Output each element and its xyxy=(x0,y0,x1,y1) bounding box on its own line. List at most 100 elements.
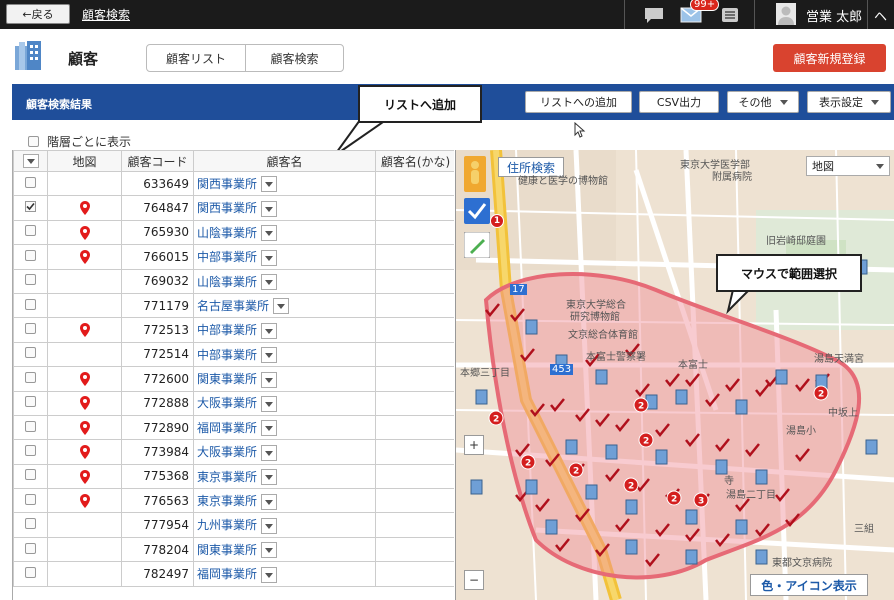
customer-name-link[interactable]: 東京事業所 xyxy=(197,470,257,484)
zoom-in-button[interactable]: + xyxy=(464,435,484,455)
add-to-list-button[interactable]: リストへの追加 xyxy=(525,91,632,113)
row-checkbox-cell[interactable] xyxy=(13,219,48,246)
back-button[interactable]: ←戻る xyxy=(6,4,70,24)
customer-name-link[interactable]: 九州事業所 xyxy=(197,518,257,532)
row-checkbox-cell[interactable] xyxy=(13,512,48,538)
map-pin-cell[interactable] xyxy=(47,317,122,343)
row-menu-dropdown[interactable] xyxy=(261,493,278,510)
avatar[interactable] xyxy=(776,3,796,25)
customer-name-link[interactable]: 関東事業所 xyxy=(197,543,257,557)
row-menu-dropdown[interactable] xyxy=(261,566,278,583)
row-checkbox-cell[interactable] xyxy=(13,170,48,197)
row-checkbox[interactable] xyxy=(25,469,36,481)
row-checkbox-cell[interactable] xyxy=(13,366,48,392)
other-menu-button[interactable]: その他 xyxy=(727,91,799,113)
map-type-select[interactable]: 地図 xyxy=(806,156,890,176)
tab-customer-search[interactable]: 顧客検索 xyxy=(245,45,343,71)
row-checkbox[interactable] xyxy=(25,566,36,578)
group-display-checkbox[interactable] xyxy=(28,136,39,147)
table-row[interactable]: 772890 福岡事業所 xyxy=(13,414,454,441)
row-checkbox-cell[interactable] xyxy=(13,195,48,221)
table-row[interactable]: 775368 東京事業所 xyxy=(13,463,454,490)
map-pin-icon[interactable] xyxy=(79,225,90,240)
row-menu-dropdown[interactable] xyxy=(261,517,278,534)
table-row[interactable]: 772888 大阪事業所 xyxy=(13,390,454,416)
map-pin-icon[interactable] xyxy=(79,323,90,338)
row-checkbox[interactable] xyxy=(25,518,36,530)
map-pin-icon[interactable] xyxy=(79,201,90,216)
table-row[interactable]: 771179 名古屋事業所 xyxy=(13,292,454,319)
list-icon[interactable] xyxy=(722,8,738,25)
row-checkbox-cell[interactable] xyxy=(13,268,48,294)
customer-name-link[interactable]: 関西事業所 xyxy=(197,201,257,215)
row-checkbox-cell[interactable] xyxy=(13,341,48,368)
new-customer-button[interactable]: 顧客新規登録 xyxy=(773,44,886,72)
row-menu-dropdown[interactable] xyxy=(261,225,278,242)
customer-name-link[interactable]: 関西事業所 xyxy=(197,177,257,191)
map-pin-icon[interactable] xyxy=(79,420,90,435)
row-checkbox[interactable] xyxy=(25,493,36,505)
map-pin-cell[interactable] xyxy=(47,488,122,514)
map-pin-cell[interactable] xyxy=(47,195,122,221)
row-checkbox-cell[interactable] xyxy=(13,244,48,270)
column-header-kana[interactable]: 顧客名(かな) xyxy=(375,150,454,172)
table-row[interactable]: 772513 中部事業所 xyxy=(13,317,454,343)
row-checkbox[interactable] xyxy=(25,542,36,554)
customer-name-link[interactable]: 中部事業所 xyxy=(197,250,257,264)
display-settings-button[interactable]: 表示設定 xyxy=(807,91,891,113)
row-checkbox-cell[interactable] xyxy=(13,390,48,416)
customer-name-link[interactable]: 中部事業所 xyxy=(197,348,257,362)
row-menu-dropdown[interactable] xyxy=(261,176,278,193)
map-pin-icon[interactable] xyxy=(79,372,90,387)
customer-name-link[interactable]: 中部事業所 xyxy=(197,323,257,337)
table-row[interactable]: 633649 関西事業所 xyxy=(13,170,454,197)
row-checkbox[interactable] xyxy=(25,201,36,213)
map-pin-cell[interactable] xyxy=(47,414,122,441)
pencil-tool-icon[interactable] xyxy=(464,232,490,258)
row-menu-dropdown[interactable] xyxy=(261,444,278,461)
map-pin-icon[interactable] xyxy=(79,469,90,484)
select-all-dropdown[interactable] xyxy=(13,150,48,172)
user-name[interactable]: 営業 太郎 xyxy=(806,6,862,25)
row-checkbox[interactable] xyxy=(25,225,36,237)
row-menu-dropdown[interactable] xyxy=(261,371,278,388)
customer-name-link[interactable]: 関東事業所 xyxy=(197,372,257,386)
map-pin-icon[interactable] xyxy=(79,494,90,509)
customer-name-link[interactable]: 山陰事業所 xyxy=(197,275,257,289)
row-checkbox[interactable] xyxy=(25,323,36,335)
row-menu-dropdown[interactable] xyxy=(261,469,278,486)
row-menu-dropdown[interactable] xyxy=(261,200,278,217)
row-checkbox[interactable] xyxy=(25,347,36,359)
top-edge-text[interactable]: ヘ xyxy=(874,6,887,25)
table-row[interactable]: 776563 東京事業所 xyxy=(13,488,454,514)
row-checkbox-cell[interactable] xyxy=(13,561,48,587)
customer-name-link[interactable]: 福岡事業所 xyxy=(197,421,257,435)
checkbox-tool-icon[interactable] xyxy=(464,198,490,224)
map-canvas[interactable]: 2 2 2 2 2 2 3 2 2 xyxy=(456,150,894,600)
map-panel[interactable]: 222222322 住所検索 地図 1 + − 色・アイコン表示 東京大学医学部… xyxy=(455,150,894,600)
map-pin-icon[interactable] xyxy=(79,396,90,411)
row-menu-dropdown[interactable] xyxy=(261,274,278,290)
row-checkbox[interactable] xyxy=(25,396,36,408)
row-checkbox-cell[interactable] xyxy=(13,414,48,441)
map-pin-cell[interactable] xyxy=(47,244,122,270)
table-row[interactable]: 777954 九州事業所 xyxy=(13,512,454,538)
row-checkbox-cell[interactable] xyxy=(13,463,48,490)
customer-name-link[interactable]: 大阪事業所 xyxy=(197,396,257,410)
map-pin-icon[interactable] xyxy=(79,445,90,460)
csv-export-button[interactable]: CSV出力 xyxy=(639,91,719,113)
customer-name-link[interactable]: 山陰事業所 xyxy=(197,226,257,240)
table-row[interactable]: 772600 関東事業所 xyxy=(13,366,454,392)
row-checkbox[interactable] xyxy=(25,420,36,432)
map-pin-cell[interactable] xyxy=(47,439,122,465)
street-view-icon[interactable] xyxy=(464,156,486,192)
row-checkbox-cell[interactable] xyxy=(13,292,48,319)
tab-customer-list[interactable]: 顧客リスト xyxy=(147,45,245,71)
row-checkbox-cell[interactable] xyxy=(13,488,48,514)
map-pin-cell[interactable] xyxy=(47,463,122,490)
table-row[interactable]: 772514 中部事業所 xyxy=(13,341,454,368)
row-menu-dropdown[interactable] xyxy=(261,347,278,364)
row-checkbox-cell[interactable] xyxy=(13,536,48,563)
group-display-toggle[interactable]: 階層ごとに表示 xyxy=(28,133,131,150)
color-icon-display-button[interactable]: 色・アイコン表示 xyxy=(750,574,868,596)
